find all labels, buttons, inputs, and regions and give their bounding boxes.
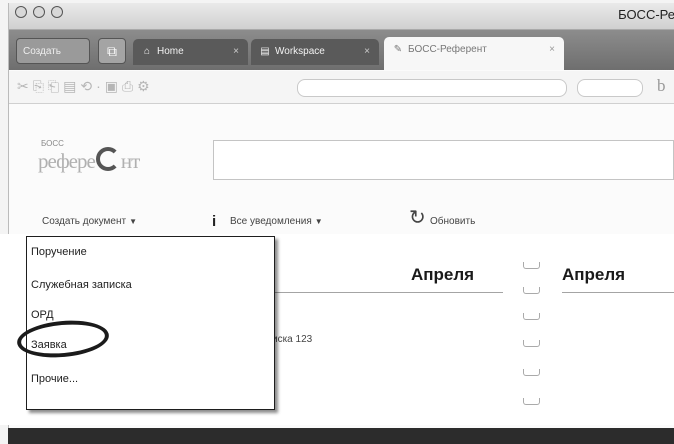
editor-toolbar: ✂⎘⎗▤⟲·▣⎙⚙ b (9, 71, 674, 104)
status-bar (8, 428, 674, 444)
action-bar: Создать документ ▼ i Все уведомления ▼ ↻ О… (0, 207, 674, 234)
window-title: БОСС-Ре (618, 7, 674, 22)
search-input[interactable] (213, 140, 674, 180)
size-select[interactable] (577, 79, 643, 97)
close-tab-icon[interactable]: × (549, 37, 555, 63)
link-icon (523, 313, 540, 320)
close-tab-icon[interactable]: × (364, 39, 370, 65)
tab-workspace[interactable]: ▤ Workspace × (251, 39, 379, 65)
title-bar: БОСС-Ре (9, 3, 674, 30)
logo-symbol-icon (95, 147, 120, 171)
column-header: Апреля (411, 265, 475, 284)
app-icon: ✎ (393, 44, 403, 55)
tab-boss-referent[interactable]: ✎ БОСС-Референт × (384, 37, 564, 70)
close-window-button[interactable] (15, 6, 27, 18)
menu-item-assignment[interactable]: Поручение (31, 246, 87, 258)
home-icon: ⌂ (143, 46, 151, 57)
minimize-window-button[interactable] (33, 6, 45, 18)
link-icon (523, 287, 540, 294)
refresh-button[interactable]: Обновить (430, 210, 475, 234)
close-tab-icon[interactable]: × (233, 39, 239, 65)
menu-item-memo[interactable]: Служебная записка (31, 279, 132, 291)
menu-item-other[interactable]: Прочие... (31, 373, 78, 385)
bold-icon[interactable]: b (657, 76, 666, 96)
create-document-button[interactable]: Создать документ ▼ (42, 210, 137, 234)
zoom-window-button[interactable] (51, 6, 63, 18)
new-window-icon[interactable]: ⧉ (98, 38, 126, 64)
menu-item-ord[interactable]: ОРД (31, 309, 54, 321)
tab-workspace-label: Workspace (275, 46, 325, 57)
style-select[interactable] (297, 79, 567, 97)
divider (270, 292, 503, 293)
app-logo: рефере нт (38, 147, 140, 174)
chevron-down-icon: ▼ (129, 217, 138, 226)
link-icon (523, 340, 540, 347)
divider (562, 292, 674, 293)
logo-text-end: нт (120, 149, 140, 173)
tab-bar: Создать ⧉ ⌂ Home × ▤ Workspace × ✎ БОСС-Реф… (9, 30, 674, 70)
notifications-button[interactable]: Все уведомления ▼ (230, 210, 323, 234)
link-icon (523, 262, 540, 269)
link-icon (523, 398, 540, 405)
chevron-down-icon: ▼ (314, 217, 323, 226)
tab-home-label: Home (157, 46, 184, 57)
link-icon (523, 369, 540, 376)
refresh-icon[interactable]: ↻ (409, 206, 426, 230)
notifications-label: Все уведомления (230, 216, 312, 227)
folder-icon: ▤ (260, 46, 270, 57)
column-header: Апреля (562, 265, 626, 284)
info-icon: i (212, 213, 217, 230)
document-title-cell[interactable]: иска 123 (272, 334, 312, 345)
tab-home[interactable]: ⌂ Home × (133, 39, 248, 65)
tab-boss-referent-label: БОСС-Референт (408, 44, 487, 55)
logo-text-start: рефере (38, 149, 96, 173)
toolbar-icons[interactable]: ✂⎘⎗▤⟲·▣⎙⚙ (17, 78, 154, 95)
create-document-label: Создать документ (42, 216, 127, 227)
create-button[interactable]: Создать (16, 38, 90, 64)
